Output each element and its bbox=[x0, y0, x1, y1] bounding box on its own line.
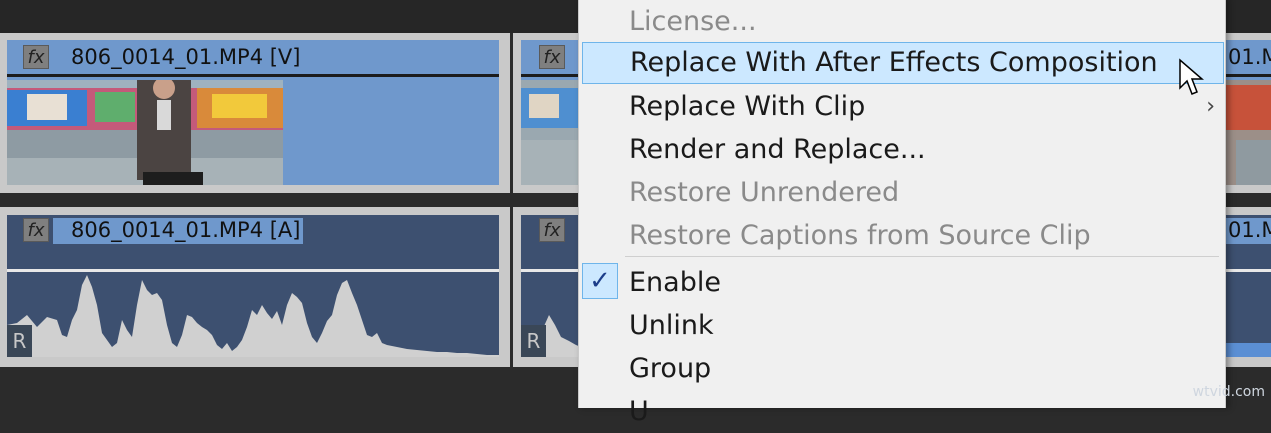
menu-item-license: License... bbox=[579, 1, 1225, 43]
video-clip-3[interactable]: 01.M bbox=[1226, 40, 1271, 185]
menu-item-replace-with-after-effects-composition[interactable]: Replace With After Effects Composition bbox=[582, 42, 1224, 84]
audio-clip-2[interactable]: fx R bbox=[521, 215, 581, 357]
fx-badge[interactable]: fx bbox=[539, 45, 565, 69]
menu-item-label: Restore Captions from Source Clip bbox=[629, 220, 1091, 251]
audio-channel-label: R bbox=[521, 325, 546, 357]
fx-badge[interactable]: fx bbox=[539, 218, 565, 242]
menu-item-label: Group bbox=[629, 353, 712, 384]
video-thumbnail bbox=[521, 80, 581, 185]
menu-item-enable[interactable]: Enable bbox=[579, 262, 1225, 304]
audio-meter-bar bbox=[1226, 343, 1271, 357]
clip-divider-line bbox=[1226, 269, 1271, 272]
menu-item-group[interactable]: Group bbox=[579, 348, 1225, 390]
audio-clip-3[interactable]: 01.M bbox=[1226, 215, 1271, 357]
menu-item-label: Replace With After Effects Composition bbox=[630, 47, 1158, 78]
menu-item-label: License... bbox=[629, 6, 757, 37]
menu-item-label: Unlink bbox=[629, 310, 714, 341]
audio-clip-1[interactable]: fx 806_0014_01.MP4 [A] R bbox=[7, 215, 499, 357]
video-thumbnail bbox=[7, 80, 283, 185]
audio-channel-label: R bbox=[7, 325, 32, 357]
menu-item-partial[interactable]: U bbox=[579, 391, 1225, 433]
clip-divider-line bbox=[7, 74, 499, 77]
clip-divider-line bbox=[521, 269, 581, 272]
menu-separator bbox=[625, 256, 1219, 257]
menu-item-label: Restore Unrendered bbox=[629, 177, 900, 208]
clip-name: 01.M bbox=[1228, 45, 1271, 69]
fx-badge[interactable]: fx bbox=[23, 45, 49, 69]
mouse-cursor-icon bbox=[1179, 58, 1204, 95]
menu-item-restore-captions: Restore Captions from Source Clip bbox=[579, 215, 1225, 257]
clip-edit-point[interactable] bbox=[510, 33, 513, 193]
graffiti-thumbnail-image bbox=[7, 80, 283, 185]
video-clip-1[interactable]: fx 806_0014_01.MP4 [V] bbox=[7, 40, 499, 185]
menu-item-label: Render and Replace... bbox=[629, 134, 926, 165]
fx-badge[interactable]: fx bbox=[23, 218, 49, 242]
video-thumbnail bbox=[1226, 80, 1271, 185]
clip-divider-line bbox=[7, 269, 499, 272]
menu-item-label: Replace With Clip bbox=[629, 91, 866, 122]
menu-item-replace-with-clip[interactable]: Replace With Clip bbox=[579, 86, 1225, 128]
clip-edit-point[interactable] bbox=[510, 207, 513, 367]
clip-name: 806_0014_01.MP4 [V] bbox=[71, 45, 301, 69]
submenu-arrow-icon: › bbox=[1206, 94, 1215, 119]
clip-divider-line bbox=[1226, 74, 1271, 77]
menu-item-label: U bbox=[629, 396, 649, 427]
clip-divider-line bbox=[521, 74, 581, 77]
watermark: wtvid.com bbox=[1192, 384, 1265, 400]
menu-item-label: Enable bbox=[629, 267, 721, 298]
menu-item-restore-unrendered: Restore Unrendered bbox=[579, 172, 1225, 214]
context-menu: License... Replace With After Effects Co… bbox=[578, 0, 1226, 427]
audio-waveform bbox=[7, 275, 499, 357]
menu-item-render-and-replace[interactable]: Render and Replace... bbox=[579, 129, 1225, 171]
clip-name: 01.M bbox=[1228, 218, 1271, 242]
video-clip-2[interactable]: fx bbox=[521, 40, 581, 185]
clip-name: 806_0014_01.MP4 [A] bbox=[71, 218, 301, 242]
menu-item-unlink[interactable]: Unlink bbox=[579, 305, 1225, 347]
